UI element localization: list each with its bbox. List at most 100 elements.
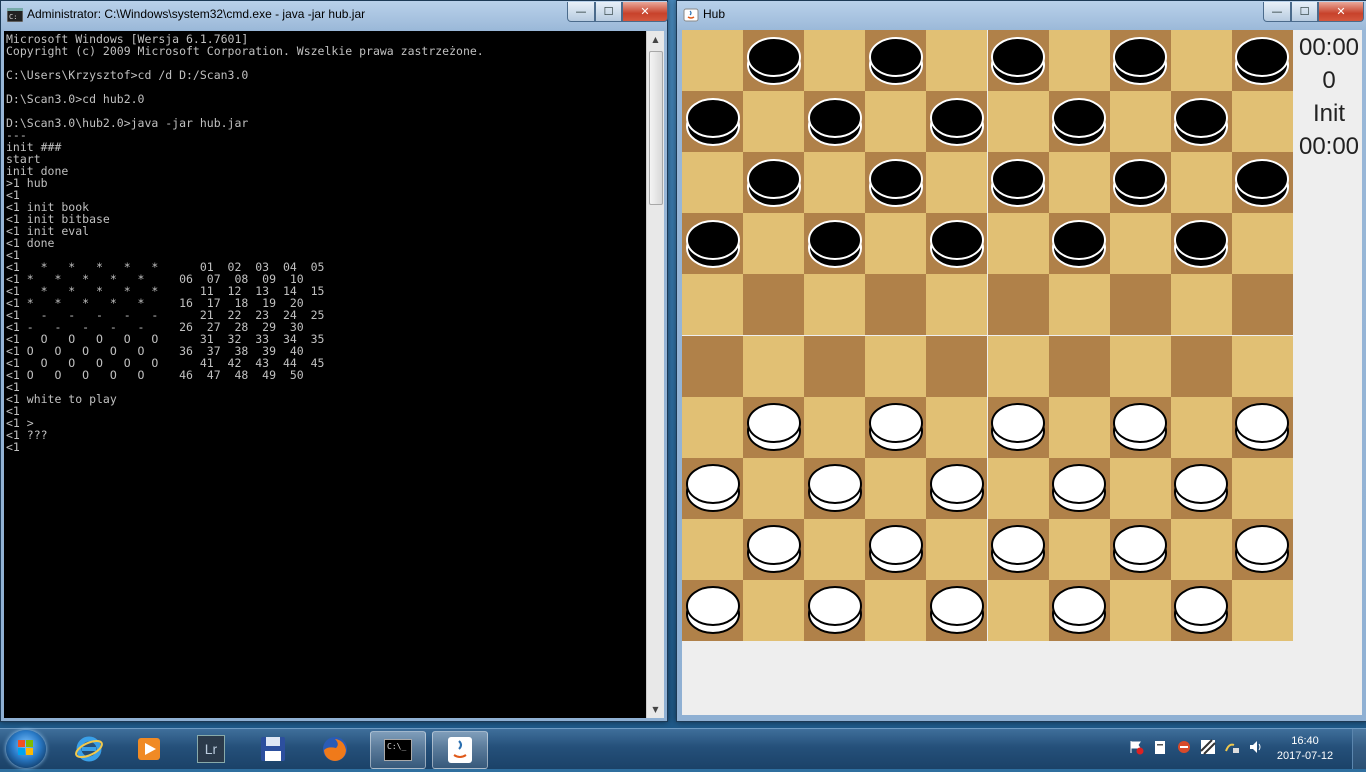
clipboard-icon[interactable] — [1152, 739, 1168, 755]
board-square[interactable] — [987, 213, 1049, 275]
show-desktop-button[interactable] — [1352, 729, 1366, 769]
white-piece[interactable] — [1234, 523, 1290, 575]
board-square[interactable] — [682, 274, 744, 336]
board-square[interactable] — [743, 579, 805, 641]
white-piece[interactable] — [1051, 462, 1107, 514]
white-piece[interactable] — [685, 462, 741, 514]
board-square[interactable] — [1109, 457, 1171, 519]
console-scrollbar[interactable]: ▲ ▼ — [646, 31, 664, 718]
board-square[interactable] — [804, 335, 866, 397]
black-piece[interactable] — [685, 96, 741, 148]
board-square[interactable] — [865, 213, 927, 275]
white-piece[interactable] — [1173, 462, 1229, 514]
save-taskbar-button[interactable] — [246, 731, 300, 767]
board-square[interactable] — [743, 274, 805, 336]
maximize-button[interactable]: ☐ — [595, 2, 622, 22]
white-piece[interactable] — [929, 462, 985, 514]
board-square[interactable] — [1048, 152, 1110, 214]
scroll-down-arrow-icon[interactable]: ▼ — [647, 701, 664, 718]
black-piece[interactable] — [807, 218, 863, 270]
board-square[interactable] — [682, 518, 744, 580]
minimize-button[interactable]: — — [1263, 2, 1291, 22]
board-square[interactable] — [987, 274, 1049, 336]
board-square[interactable] — [682, 396, 744, 458]
white-piece[interactable] — [1173, 584, 1229, 636]
black-piece[interactable] — [1051, 218, 1107, 270]
board-square[interactable] — [804, 30, 866, 92]
board-square[interactable] — [1170, 30, 1232, 92]
board-square[interactable] — [987, 457, 1049, 519]
black-piece[interactable] — [929, 96, 985, 148]
board-square[interactable] — [1048, 335, 1110, 397]
board-square[interactable] — [1109, 335, 1171, 397]
black-piece[interactable] — [868, 157, 924, 209]
white-piece[interactable] — [807, 462, 863, 514]
board-square[interactable] — [1170, 396, 1232, 458]
board-square[interactable] — [743, 213, 805, 275]
black-piece[interactable] — [807, 96, 863, 148]
white-piece[interactable] — [868, 401, 924, 453]
black-piece[interactable] — [1234, 157, 1290, 209]
board-square[interactable] — [682, 30, 744, 92]
white-piece[interactable] — [1112, 523, 1168, 575]
black-piece[interactable] — [990, 35, 1046, 87]
white-piece[interactable] — [1051, 584, 1107, 636]
checkers-board[interactable] — [682, 30, 1293, 641]
board-square[interactable] — [865, 335, 927, 397]
board-square[interactable] — [926, 30, 988, 92]
black-piece[interactable] — [1173, 218, 1229, 270]
board-square[interactable] — [1048, 274, 1110, 336]
power-icon[interactable] — [1224, 739, 1240, 755]
black-piece[interactable] — [1173, 96, 1229, 148]
board-square[interactable] — [865, 91, 927, 153]
black-piece[interactable] — [1234, 35, 1290, 87]
white-piece[interactable] — [1112, 401, 1168, 453]
black-piece[interactable] — [868, 35, 924, 87]
board-square[interactable] — [1170, 152, 1232, 214]
board-square[interactable] — [926, 335, 988, 397]
white-piece[interactable] — [746, 401, 802, 453]
scrollbar-thumb[interactable] — [649, 51, 663, 205]
board-square[interactable] — [1048, 30, 1110, 92]
board-square[interactable] — [865, 274, 927, 336]
board-square[interactable] — [1231, 213, 1293, 275]
white-piece[interactable] — [746, 523, 802, 575]
white-piece[interactable] — [1234, 401, 1290, 453]
black-piece[interactable] — [685, 218, 741, 270]
stripes-icon[interactable] — [1200, 739, 1216, 755]
board-square[interactable] — [987, 91, 1049, 153]
board-square[interactable] — [865, 579, 927, 641]
action-center-flag-icon[interactable] — [1128, 739, 1144, 755]
board-square[interactable] — [1231, 335, 1293, 397]
cmd-taskbar-button[interactable]: C:\_ — [370, 731, 426, 769]
board-square[interactable] — [1170, 335, 1232, 397]
white-piece[interactable] — [868, 523, 924, 575]
volume-icon[interactable] — [1248, 739, 1264, 755]
board-square[interactable] — [743, 457, 805, 519]
black-piece[interactable] — [929, 218, 985, 270]
hub-window[interactable]: Hub — ☐ ✕ 00:00 0 Init 00:00 — [676, 0, 1366, 722]
white-piece[interactable] — [990, 523, 1046, 575]
scroll-up-arrow-icon[interactable]: ▲ — [647, 31, 664, 48]
start-button[interactable] — [6, 730, 46, 768]
cmd-titlebar[interactable]: C: Administrator: C:\Windows\system32\cm… — [1, 1, 668, 29]
board-square[interactable] — [1231, 91, 1293, 153]
java-taskbar-button[interactable] — [432, 731, 488, 769]
board-square[interactable] — [1109, 579, 1171, 641]
board-square[interactable] — [1048, 396, 1110, 458]
internet-explorer-taskbar-button[interactable] — [62, 731, 116, 767]
white-piece[interactable] — [929, 584, 985, 636]
board-square[interactable] — [743, 91, 805, 153]
minimize-button[interactable]: — — [567, 2, 595, 22]
black-piece[interactable] — [1051, 96, 1107, 148]
close-button[interactable]: ✕ — [622, 2, 668, 22]
close-button[interactable]: ✕ — [1318, 2, 1364, 22]
board-square[interactable] — [1109, 213, 1171, 275]
board-square[interactable] — [804, 518, 866, 580]
board-square[interactable] — [926, 274, 988, 336]
board-square[interactable] — [926, 152, 988, 214]
board-square[interactable] — [1170, 274, 1232, 336]
maximize-button[interactable]: ☐ — [1291, 2, 1318, 22]
board-square[interactable] — [743, 335, 805, 397]
board-square[interactable] — [1048, 518, 1110, 580]
